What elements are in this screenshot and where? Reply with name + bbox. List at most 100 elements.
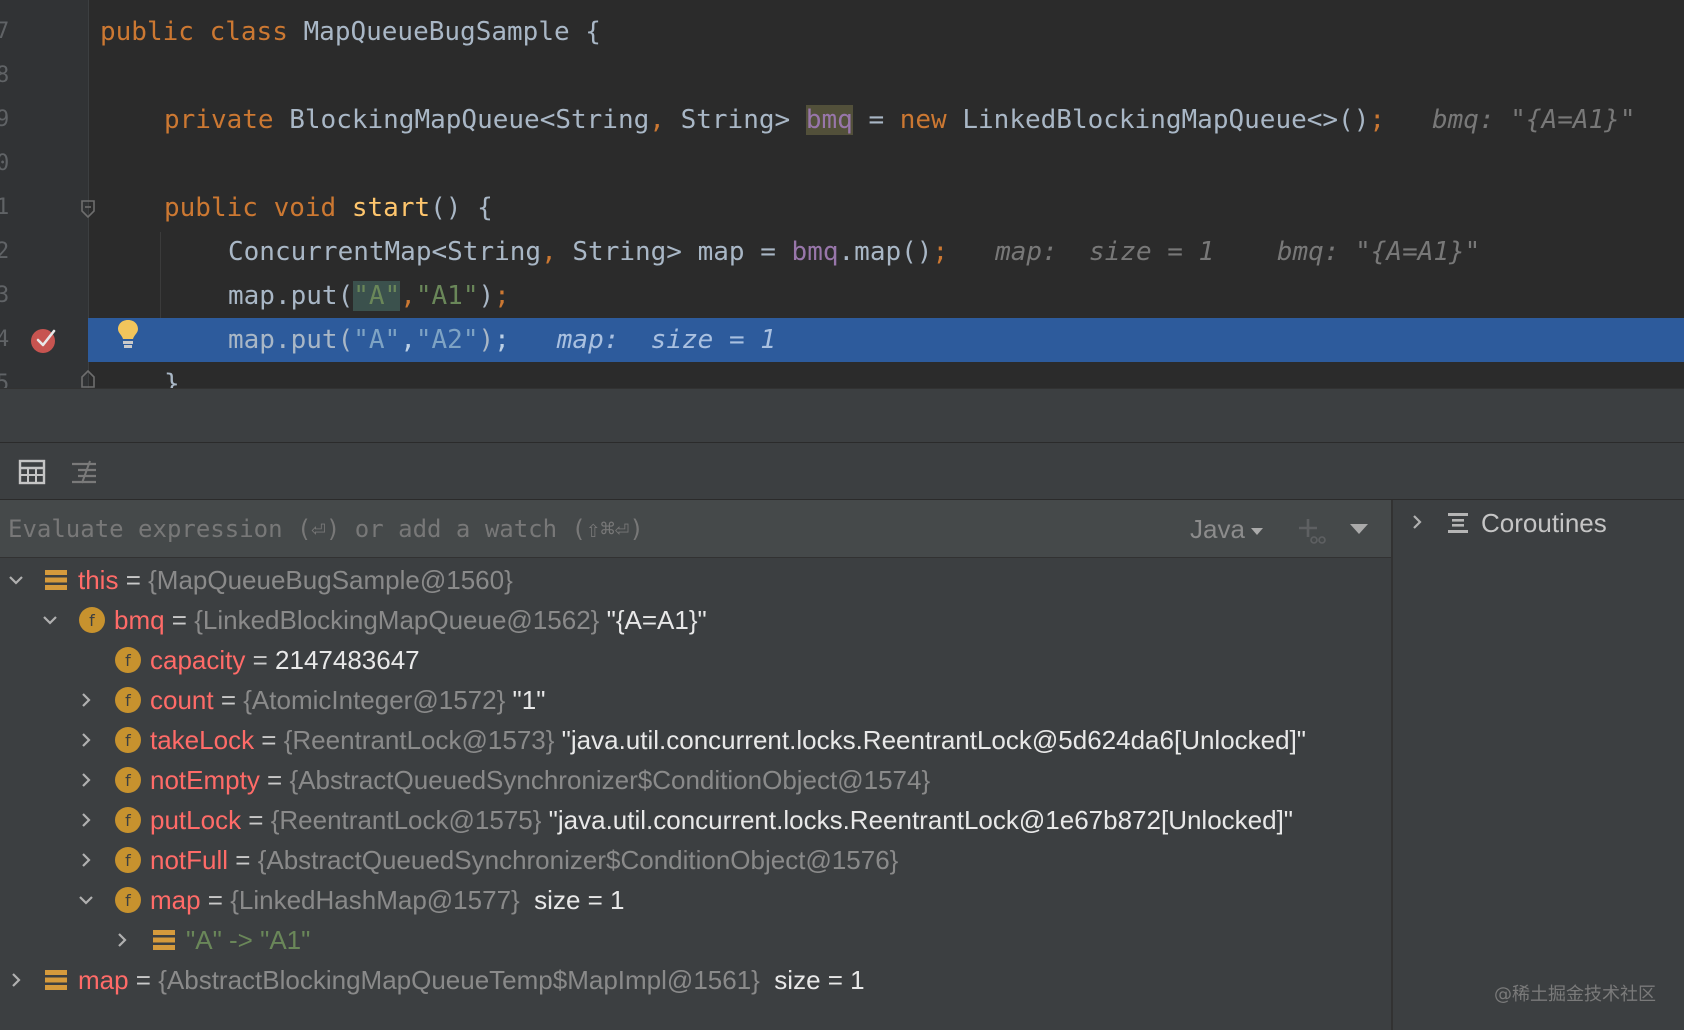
chevron-right-icon[interactable] [78,852,94,868]
method-call: .map() [838,237,933,267]
chevron-right-icon[interactable] [78,772,94,788]
code-line[interactable]: private BlockingMapQueue<String, String>… [164,98,1684,142]
debugger-toolbar [0,442,1684,500]
variable-row[interactable]: f count = {AtomicInteger@1572} "1" [0,680,1391,720]
watch-options-dropdown-icon[interactable] [1350,524,1368,534]
lightbulb-icon[interactable] [116,318,140,350]
line-number: 4 [0,327,10,352]
object-stack-icon [45,570,67,590]
chevron-right-icon[interactable] [8,972,24,988]
code-line[interactable]: } [164,362,1684,388]
breakpoint-check-icon[interactable] [30,326,58,354]
evaluate-expression-bar[interactable]: Evaluate expression (⏎) or add a watch (… [0,500,1391,558]
chevron-down-icon[interactable] [78,892,94,908]
chevron-right-icon[interactable] [1409,514,1425,530]
object-stack-icon [45,970,67,990]
line-number: 1 [0,195,10,220]
line-number: 0 [0,151,10,176]
variable-type: {AbstractBlockingMapQueueTemp$MapImpl@15… [158,965,760,995]
variable-row[interactable]: f notEmpty = {AbstractQueuedSynchronizer… [0,760,1391,800]
chevron-down-icon[interactable] [42,612,58,628]
comma: , [400,281,416,311]
code-line[interactable]: ConcurrentMap<String, String> map = bmq.… [228,230,1684,274]
variable-type: {MapQueueBugSample@1560} [148,565,513,595]
string-literal: "A2" [415,325,479,355]
inline-value-hint: map: size = 1 [556,325,776,355]
variable-type: {AtomicInteger@1572} [243,685,506,715]
code-line[interactable]: public void start() { [164,186,1684,230]
variable-row[interactable]: f map = {LinkedHashMap@1577} size = 1 [0,880,1391,920]
chevron-down-icon[interactable] [8,572,24,588]
code-editor[interactable]: 7 8 9 0 1 2 3 4 5 public class MapQueueB… [0,0,1684,388]
coroutines-pane[interactable]: Coroutines @稀土掘金技术社区 [1391,500,1684,1030]
chevron-down-icon [1250,527,1263,535]
type: ConcurrentMap<String [228,237,542,267]
string-literal: "A" [353,325,401,355]
fold-marker-icon[interactable] [80,368,96,388]
field-f-icon: f [115,727,141,753]
variable-type: {AbstractQueuedSynchronizer$ConditionObj… [289,765,931,795]
variable-name: notEmpty [150,765,260,795]
threads-icon [1448,513,1468,533]
keyword: public [164,193,258,223]
variable-name: capacity [150,645,246,675]
operator: = [868,105,885,135]
coroutines-label[interactable]: Coroutines [1481,500,1607,546]
line-number: 8 [0,63,10,88]
field-f-icon: f [115,687,141,713]
code-line[interactable]: map.put("A","A1"); [228,274,1684,318]
variable-name: count [150,685,214,715]
variable-name: takeLock [150,725,255,755]
field-usage: bmq [791,237,839,267]
variables-panel[interactable]: Evaluate expression (⏎) or add a watch (… [0,500,1391,1030]
panel-splitter[interactable] [0,388,1684,442]
comma: , [649,105,665,135]
variable-name: putLock [150,805,242,835]
variable-value: size = 1 [534,885,625,915]
variable-name: this [78,565,119,595]
add-watch-icon[interactable] [1296,516,1326,546]
chevron-right-icon[interactable] [78,692,94,708]
svg-text:f: f [125,891,131,910]
svg-text:f: f [125,651,131,670]
keyword: void [273,193,337,223]
line-number: 9 [0,107,10,132]
field-f-icon: f [115,847,141,873]
code-line[interactable]: public class MapQueueBugSample { [100,10,1684,54]
semicolon: ; [932,237,949,267]
evaluate-expression-input[interactable]: Evaluate expression (⏎) or add a watch (… [8,500,644,558]
code-line[interactable]: map.put("A","A2"); map: size = 1 [228,318,1684,362]
chevron-right-icon[interactable] [114,932,130,948]
variable-value: "1" [512,685,546,715]
variable-value: "java.util.concurrent.locks.ReentrantLoc… [548,805,1294,835]
variable-value: "{A=A1}" [606,605,707,635]
line-number: 5 [0,371,10,388]
chevron-right-icon[interactable] [78,732,94,748]
comma: , [541,237,557,267]
variable-row[interactable]: "A" -> "A1" [0,920,1391,960]
variable-row[interactable]: f bmq = {LinkedBlockingMapQueue@1562} "{… [0,600,1391,640]
execution-point-line[interactable]: map.put("A","A2"); map: size = 1 [88,318,1684,362]
variable-type: {LinkedBlockingMapQueue@1562} [194,605,600,635]
keyword: public [100,17,194,47]
field-f-icon: f [79,607,105,633]
variable-row[interactable]: map = {AbstractBlockingMapQueueTemp$MapI… [0,960,1391,1000]
variable-row[interactable]: this = {MapQueueBugSample@1560} [0,560,1391,600]
method-call: map.put( [228,281,354,311]
fold-marker-icon[interactable] [80,198,96,220]
variable-row[interactable]: f capacity = 2147483647 [0,640,1391,680]
variable-row[interactable]: f takeLock = {ReentrantLock@1573} "java.… [0,720,1391,760]
language-dropdown[interactable]: Java [1190,500,1263,558]
line-number: 7 [0,19,10,44]
variable-name: bmq [114,605,165,635]
variable-row[interactable]: f putLock = {ReentrantLock@1575} "java.u… [0,800,1391,840]
code-text: String> map = [572,237,776,267]
semicolon: ; [1369,105,1386,135]
variable-row[interactable]: f notFull = {AbstractQueuedSynchronizer$… [0,840,1391,880]
method-call: map.put( [228,325,354,355]
table-view-icon[interactable] [18,459,46,485]
variable-name: map [78,965,129,995]
layout-settings-icon[interactable] [70,459,98,485]
chevron-right-icon[interactable] [78,812,94,828]
keyword: private [164,105,274,135]
